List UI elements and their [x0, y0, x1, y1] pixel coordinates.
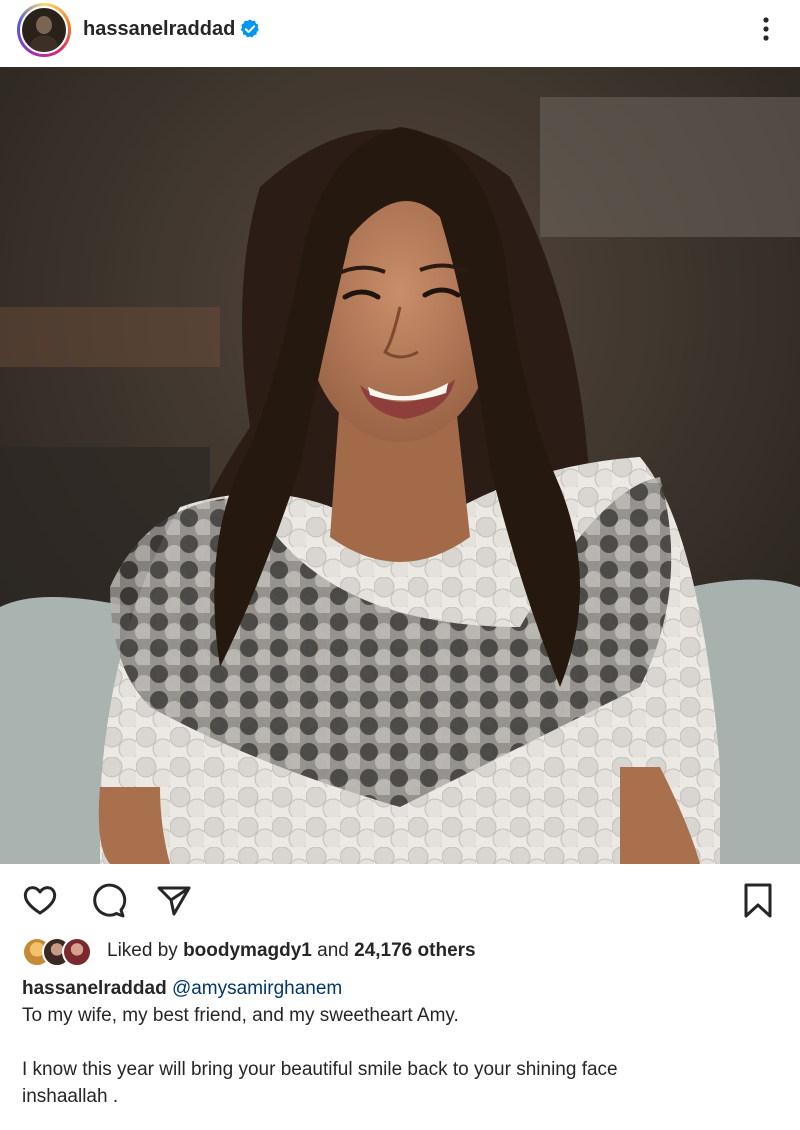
post-actions: [0, 872, 800, 932]
post-username[interactable]: hassanelraddad: [83, 18, 235, 41]
more-options-icon[interactable]: [752, 14, 780, 44]
heart-icon[interactable]: [20, 880, 60, 920]
comment-icon[interactable]: [88, 880, 128, 920]
likes-row: Liked by boodymagdy1 and 24,176 others: [22, 935, 782, 967]
liked-by-avatars[interactable]: [22, 937, 98, 967]
caption-username[interactable]: hassanelraddad: [22, 978, 167, 999]
likes-others-count[interactable]: 24,176 others: [354, 940, 475, 961]
avatar[interactable]: [20, 6, 68, 54]
liked-by-username[interactable]: boodymagdy1: [183, 940, 312, 961]
likes-prefix: Liked by: [107, 940, 178, 961]
bookmark-icon[interactable]: [738, 880, 778, 920]
likes-text: Liked by boodymagdy1 and 24,176 others: [107, 940, 476, 962]
caption-mention[interactable]: @amysamirghanem: [172, 978, 342, 999]
avatar: [62, 937, 92, 967]
caption-line: To my wife, my best friend, and my sweet…: [22, 1005, 459, 1026]
caption-line: I know this year will bring your beautif…: [22, 1059, 618, 1080]
verified-badge-icon: [240, 19, 259, 38]
post-header: hassanelraddad: [0, 0, 800, 66]
avatar-story-ring[interactable]: [17, 3, 71, 57]
post-caption: hassanelraddad @amysamirghanem To my wif…: [22, 975, 782, 1110]
share-icon[interactable]: [154, 880, 194, 920]
likes-conjunction: and: [317, 940, 349, 961]
caption-line: inshaallah .: [22, 1086, 119, 1107]
post-photo[interactable]: [0, 67, 800, 864]
